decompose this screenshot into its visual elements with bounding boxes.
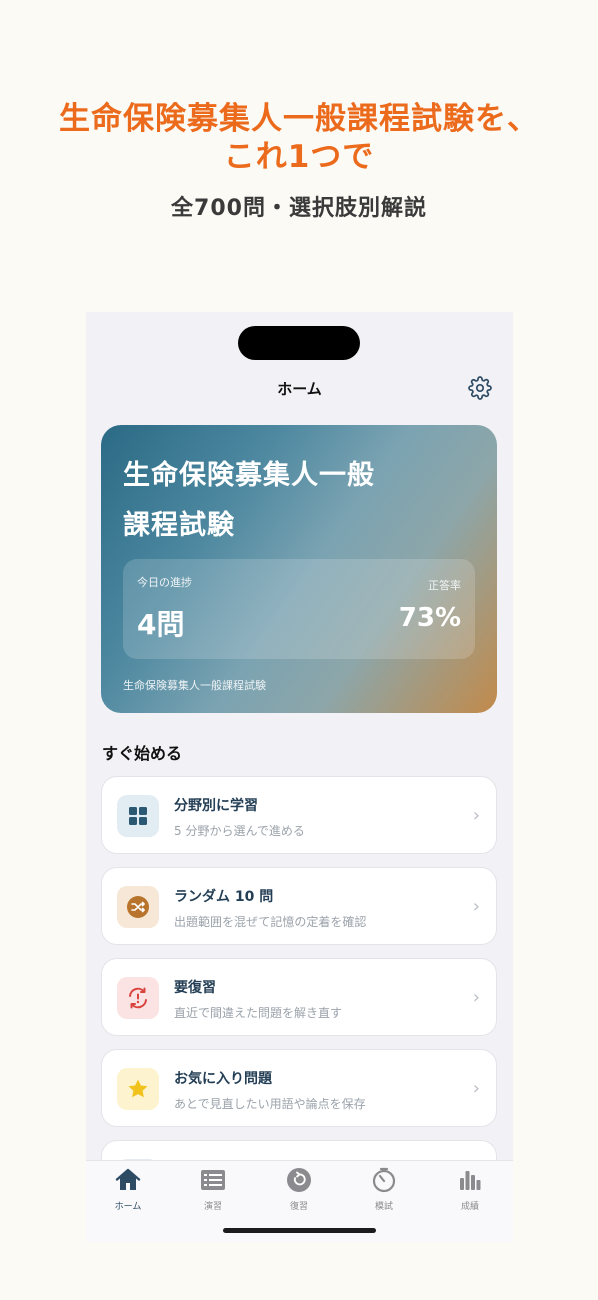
timer-icon [372, 1167, 396, 1193]
nav-title: ホーム [277, 380, 322, 398]
action-by-field[interactable]: 分野別に学習 5 分野から選んで進める › [101, 776, 497, 854]
progress-value: 4問 [137, 608, 185, 641]
promo-headline-line1: 生命保険募集人一般課程試験を、 [59, 101, 539, 137]
accuracy-label: 正答率 [428, 579, 461, 592]
tab-label: ホーム [114, 1202, 142, 1212]
hero-title-line1: 生命保険募集人一般 [123, 460, 375, 491]
today-stats-card: 今日の進捗 正答率 4問 73% [123, 559, 475, 659]
tab-label: 成績 [460, 1202, 479, 1212]
chevron-right-icon: › [472, 987, 480, 1008]
accuracy-value: 73% [398, 603, 461, 633]
list-icon [201, 1170, 225, 1190]
tab-label: 模試 [374, 1202, 393, 1212]
shuffle-icon [127, 896, 149, 918]
tab-practice[interactable]: 演習 [171, 1167, 255, 1217]
home-indicator [223, 1228, 376, 1233]
promo-headline-line2: これ1つで [223, 139, 375, 175]
row-icon-bg [117, 795, 159, 837]
tab-results[interactable]: 成績 [428, 1167, 512, 1217]
tab-home[interactable]: ホーム [86, 1167, 170, 1217]
bar-chart-icon [460, 1171, 481, 1190]
tab-label: 演習 [203, 1202, 222, 1212]
phone-screen: ホーム 生命保険募集人一般 課程試験 今日の進捗 正答率 4問 73% 生命保険… [86, 312, 513, 1242]
dynamic-island [238, 326, 360, 360]
quick-start-title: すぐ始める [102, 744, 183, 763]
row-icon-bg [117, 1068, 159, 1110]
grid-icon [129, 807, 147, 825]
action-subtitle: 出題範囲を混ぜて記憶の定着を確認 [174, 915, 367, 929]
action-title: 要復習 [174, 980, 216, 996]
hero-title-line2: 課程試験 [123, 510, 235, 541]
tab-review[interactable]: 復習 [257, 1167, 341, 1217]
action-title: 分野別に学習 [174, 798, 258, 814]
action-random-10[interactable]: ランダム 10 問 出題範囲を混ぜて記憶の定着を確認 › [101, 867, 497, 945]
hero-footer: 生命保険募集人一般課程試験 [123, 679, 266, 692]
action-title: ランダム 10 問 [174, 889, 274, 905]
row-icon-bg [117, 886, 159, 928]
action-favorites[interactable]: お気に入り問題 あとで見直したい用語や論点を保存 › [101, 1049, 497, 1127]
hero-card: 生命保険募集人一般 課程試験 今日の進捗 正答率 4問 73% 生命保険募集人一… [101, 425, 497, 713]
promo-headline: 生命保険募集人一般課程試験を、 これ1つで [0, 100, 598, 176]
review-icon [287, 1168, 311, 1192]
star-icon [128, 1079, 148, 1098]
hero-title: 生命保険募集人一般 課程試験 [123, 451, 423, 551]
promo-subheadline: 全700問・選択肢別解説 [171, 196, 427, 221]
chevron-right-icon: › [472, 1078, 480, 1099]
action-subtitle: 直近で間違えた問題を解き直す [174, 1006, 343, 1020]
progress-label: 今日の進捗 [137, 576, 192, 589]
gear-icon[interactable] [468, 376, 492, 400]
action-subtitle: あとで見直したい用語や論点を保存 [174, 1097, 366, 1111]
home-icon [115, 1168, 141, 1190]
chevron-right-icon: › [472, 896, 480, 917]
chevron-right-icon: › [472, 805, 480, 826]
action-title: お気に入り問題 [174, 1071, 272, 1087]
action-needs-review[interactable]: 要復習 直近で間違えた問題を解き直す › [101, 958, 497, 1036]
tab-label: 復習 [289, 1202, 308, 1212]
tab-mock-exam[interactable]: 模試 [342, 1167, 426, 1217]
row-icon-bg [117, 977, 159, 1019]
action-subtitle: 5 分野から選んで進める [174, 824, 305, 838]
review-alert-icon [129, 987, 147, 1009]
